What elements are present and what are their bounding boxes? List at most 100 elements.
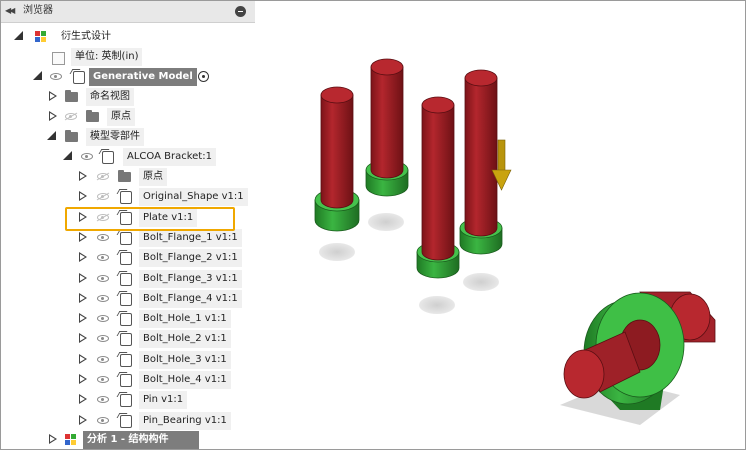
expanded-arrow-icon[interactable] [14,31,23,40]
body-icon [120,313,132,326]
component-icon [102,151,114,164]
collapse-panel-icon[interactable]: ◀◀ [5,5,19,17]
expanded-arrow-icon[interactable] [47,131,56,140]
collapsed-arrow-icon[interactable] [49,91,57,101]
browser-title: 浏览器 [23,5,53,16]
pin-bearing-assembly[interactable] [563,291,716,410]
model-scene[interactable] [256,1,744,448]
bolt-flange-post-2[interactable] [365,58,409,197]
close-panel-icon[interactable] [235,6,246,17]
body-row[interactable]: Bolt_Flange_2 v1:1 [1,249,251,267]
body-label: Bolt_Hole_2 v1:1 [139,330,231,348]
bolt-flange-post-3[interactable] [416,96,460,279]
collapsed-arrow-icon[interactable] [49,111,57,121]
units-row[interactable]: 单位: 英制(in) [1,48,251,66]
viewport-canvas[interactable] [256,1,744,448]
model-components-row[interactable]: 模型零部件 [1,128,251,146]
folder-icon [65,90,78,102]
body-icon [120,293,132,306]
expanded-arrow-icon[interactable] [63,151,72,160]
component-row[interactable]: ALCOA Bracket:1 [1,148,251,166]
folder-icon [65,130,78,142]
body-row[interactable]: Bolt_Flange_1 v1:1 [1,229,251,247]
body-row[interactable]: Pin v1:1 [1,391,251,409]
body-label: Bolt_Flange_2 v1:1 [139,249,242,267]
visibility-eye-icon[interactable] [97,254,109,261]
body-row[interactable]: 原点 [1,168,251,186]
collapsed-arrow-icon[interactable] [79,354,87,364]
body-icon [120,232,132,245]
collapsed-arrow-icon[interactable] [79,232,87,242]
named-views-row[interactable]: 命名视图 [1,88,251,106]
collapsed-arrow-icon[interactable] [79,293,87,303]
body-label: Bolt_Hole_1 v1:1 [139,310,231,328]
folder-icon [86,110,99,122]
browser-titlebar: ◀◀ 浏览器 [1,1,255,23]
folder-icon [118,170,131,182]
body-row[interactable]: Bolt_Hole_2 v1:1 [1,330,251,348]
collapsed-arrow-icon[interactable] [79,313,87,323]
visibility-eye-icon[interactable] [97,376,109,383]
body-label: Bolt_Flange_4 v1:1 [139,290,242,308]
visibility-eye-icon[interactable] [97,275,109,282]
visibility-eye-icon[interactable] [97,234,109,241]
shadow [319,243,355,261]
origin-label: 原点 [107,108,135,126]
component-icon [73,71,85,84]
collapsed-arrow-icon[interactable] [79,374,87,384]
collapsed-arrow-icon[interactable] [49,434,57,444]
bolt-flange-post-1[interactable] [314,86,360,232]
study-row[interactable]: 分析 1 - 结构构件 [1,431,251,449]
visibility-eye-icon[interactable] [97,396,109,403]
collapsed-arrow-icon[interactable] [79,415,87,425]
visibility-eye-icon[interactable] [97,417,109,424]
visibility-eye-icon[interactable] [97,335,109,342]
body-row[interactable]: Bolt_Flange_3 v1:1 [1,270,251,288]
visibility-eye-icon[interactable] [81,153,93,160]
browser-panel: ◀◀ 浏览器 衍生式设计 单位: 英制(in) Generative Model… [1,1,255,449]
visibility-eye-hidden-icon[interactable] [97,173,109,180]
component-label: ALCOA Bracket:1 [123,148,216,166]
body-row[interactable]: Pin_Bearing v1:1 [1,412,251,430]
highlight-frame [65,207,235,231]
body-row[interactable]: Bolt_Hole_4 v1:1 [1,371,251,389]
units-label: 单位: 英制(in) [71,48,143,66]
generative-model-label: Generative Model 1 [89,68,203,86]
body-row[interactable]: Original_Shape v1:1 [1,188,251,206]
body-icon [120,374,132,387]
body-row[interactable]: Bolt_Hole_1 v1:1 [1,310,251,328]
collapsed-arrow-icon[interactable] [79,191,87,201]
visibility-eye-hidden-icon[interactable] [65,113,77,120]
collapsed-arrow-icon[interactable] [79,333,87,343]
tree-root-row[interactable]: 衍生式设计 [1,28,251,46]
body-label: Bolt_Hole_3 v1:1 [139,351,231,369]
generative-model-row[interactable]: Generative Model 1 [1,68,251,86]
shadow [463,273,499,291]
visibility-eye-icon[interactable] [97,315,109,322]
activate-radio-icon[interactable] [198,71,209,82]
body-label: Bolt_Hole_4 v1:1 [139,371,231,389]
visibility-eye-icon[interactable] [97,356,109,363]
body-icon [120,273,132,286]
body-label: Bolt_Flange_1 v1:1 [139,229,242,247]
visibility-eye-icon[interactable] [97,295,109,302]
bolt-flange-post-4[interactable] [459,69,503,255]
study-icon [65,434,77,446]
collapsed-arrow-icon[interactable] [79,273,87,283]
collapsed-arrow-icon[interactable] [79,252,87,262]
collapsed-arrow-icon[interactable] [79,394,87,404]
collapsed-arrow-icon[interactable] [79,171,87,181]
generative-design-icon [35,31,47,43]
named-views-label: 命名视图 [86,88,134,106]
visibility-eye-icon[interactable] [50,73,62,80]
origin-row[interactable]: 原点 [1,108,251,126]
body-row[interactable]: Bolt_Flange_4 v1:1 [1,290,251,308]
body-icon [120,354,132,367]
body-icon [120,252,132,265]
shadow [419,296,455,314]
expanded-arrow-icon[interactable] [33,71,42,80]
body-row[interactable]: Bolt_Hole_3 v1:1 [1,351,251,369]
body-label: 原点 [139,168,167,186]
body-icon [120,394,132,407]
visibility-eye-hidden-icon[interactable] [97,193,109,200]
